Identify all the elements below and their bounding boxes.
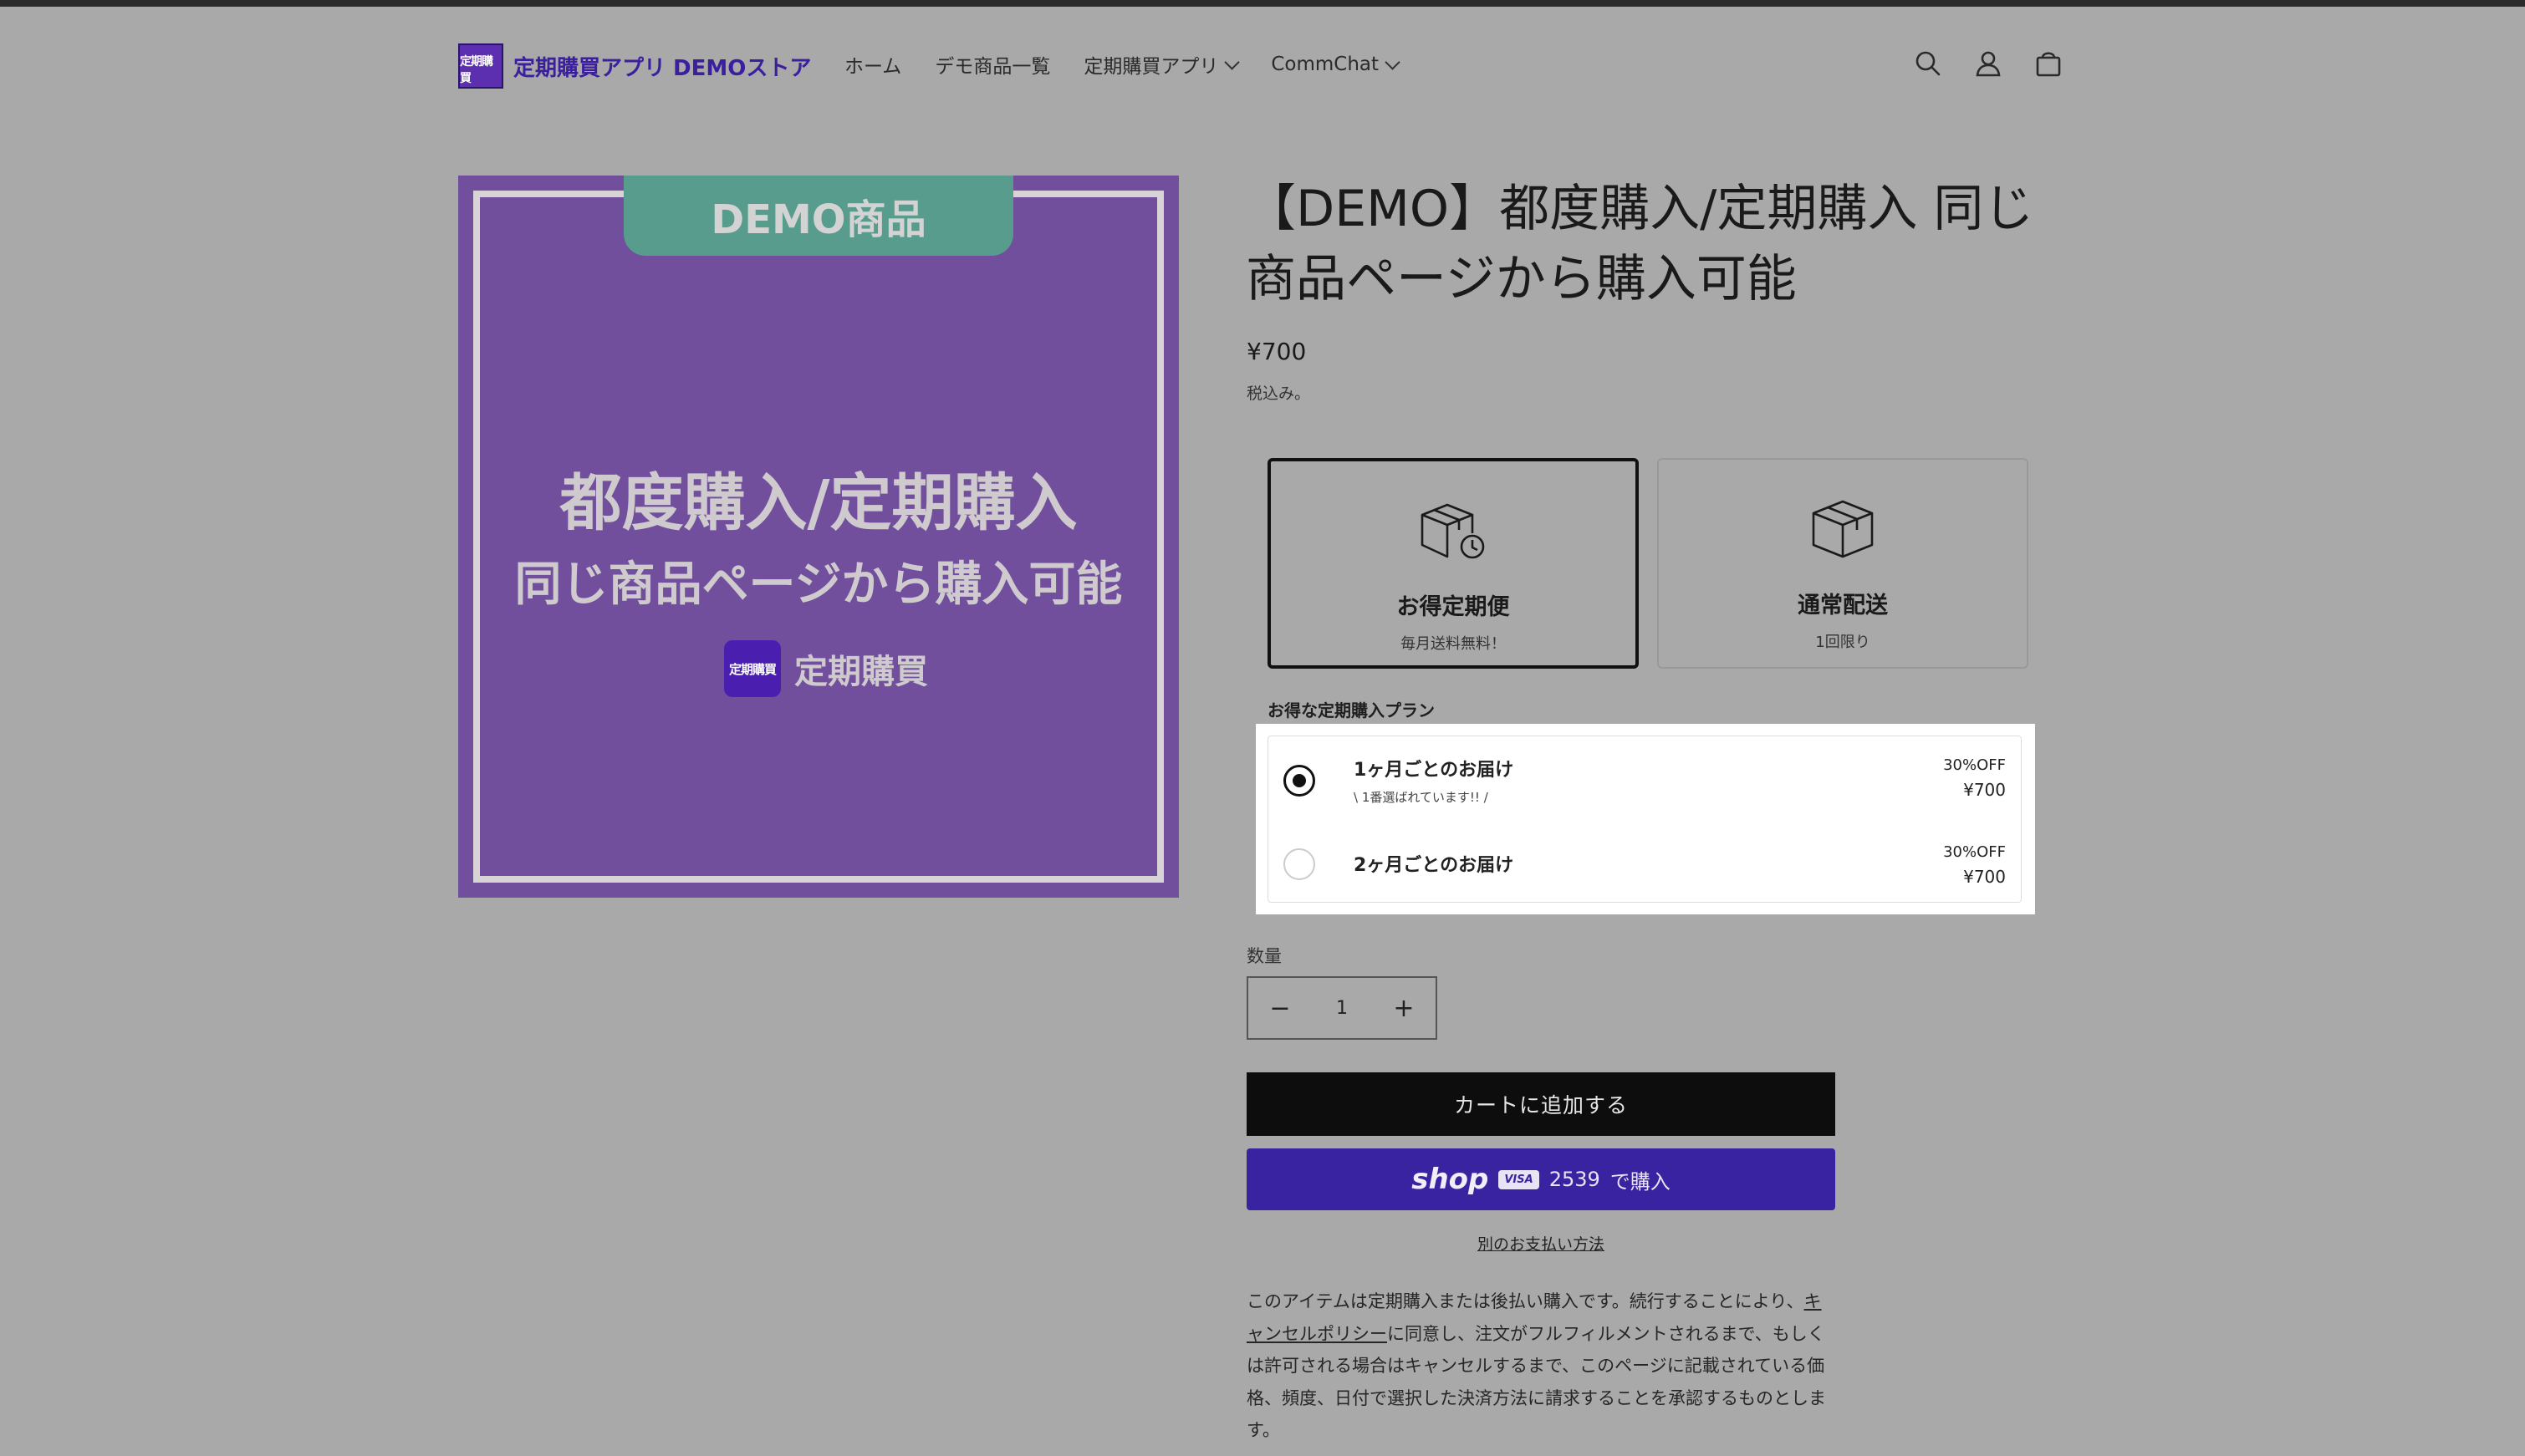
plan-name: 2ヶ月ごとのお届け — [1354, 855, 1514, 876]
quantity-increase-button[interactable]: + — [1372, 978, 1436, 1038]
plan-option-2-month[interactable]: 2ヶ月ごとのお届け 30%OFF ¥700 — [1268, 823, 2021, 904]
image-brand: 定期購買 定期購買 — [724, 640, 928, 697]
store-name: 定期購買アプリ DEMOストア — [513, 55, 812, 81]
account-icon[interactable] — [1973, 48, 2003, 79]
product-title: 【DEMO】都度購入/定期購入 同じ商品ページから購入可能 — [1246, 180, 2034, 308]
main-nav: ホーム デモ商品一覧 定期購買アプリ CommChat — [844, 50, 1400, 79]
brand-logo-mark: 定期購買 — [724, 640, 781, 697]
header-icons — [1913, 48, 2063, 79]
shop-buy-label: で購入 — [1609, 1169, 1671, 1194]
nav-item-subscription-app[interactable]: 定期購買アプリ — [1084, 50, 1241, 79]
plan-list: 1ヶ月ごとのお届け \ 1番選ばれています!! / 30%OFF ¥700 2ヶ… — [1268, 736, 2022, 903]
plan-price: ¥700 — [1963, 867, 2006, 887]
quantity-input[interactable]: 1 — [1312, 998, 1372, 1019]
quantity-stepper: − 1 + — [1247, 976, 1437, 1040]
quantity-decrease-button[interactable]: − — [1248, 978, 1312, 1038]
brand-text: 定期購買 — [794, 653, 928, 691]
quantity-label: 数量 — [1247, 946, 1282, 966]
more-payment-options-link[interactable]: 別のお支払い方法 — [1247, 1232, 1835, 1255]
chevron-down-icon — [1224, 53, 1241, 70]
terms-text: このアイテムは定期購入または後払い購入です。続行することにより、 — [1247, 1291, 1804, 1311]
plan-option-1-month[interactable]: 1ヶ月ごとのお届け \ 1番選ばれています!! / 30%OFF ¥700 — [1268, 736, 2021, 817]
plan-discount: 30%OFF — [1943, 843, 2006, 861]
option-one-time[interactable]: 通常配送 1回限り — [1657, 458, 2028, 669]
logo-mark: 定期購買 — [458, 43, 503, 89]
nav-label: デモ商品一覧 — [935, 56, 1051, 78]
chevron-down-icon — [1385, 53, 1400, 70]
search-icon[interactable] — [1913, 48, 1943, 79]
cart-icon[interactable] — [2033, 48, 2063, 79]
plan-price: ¥700 — [1963, 780, 2006, 800]
top-bar — [0, 0, 2525, 7]
nav-item-commchat[interactable]: CommChat — [1271, 50, 1400, 79]
visa-card-icon: VISA — [1498, 1169, 1539, 1189]
product-price: ¥700 — [1247, 338, 1307, 365]
demo-tag: DEMO商品 — [624, 176, 1013, 256]
option-subtitle: 毎月送料無料！ — [1400, 635, 1506, 653]
option-title: お得定期便 — [1396, 594, 1510, 620]
nav-label: ホーム — [844, 56, 902, 78]
option-title: 通常配送 — [1798, 593, 1888, 619]
tax-note: 税込み。 — [1247, 384, 1311, 403]
plan-discount: 30%OFF — [1943, 756, 2006, 774]
card-last4: 2539 — [1548, 1168, 1600, 1191]
nav-label: 定期購買アプリ — [1084, 56, 1219, 78]
image-subheadline: 同じ商品ページから購入可能 — [514, 557, 1123, 612]
option-subtitle: 1回限り — [1815, 634, 1870, 651]
nav-label: CommChat — [1271, 53, 1380, 75]
plan-radio[interactable] — [1283, 765, 1315, 797]
option-subscription[interactable]: お得定期便 毎月送料無料！ — [1268, 458, 1639, 669]
add-to-cart-button[interactable]: カートに追加する — [1247, 1072, 1835, 1136]
subscription-terms: このアイテムは定期購入または後払い購入です。続行することにより、キャンセルポリシ… — [1247, 1285, 1837, 1447]
plan-radio[interactable] — [1283, 848, 1315, 880]
store-logo[interactable]: 定期購買 定期購買アプリ DEMOストア — [458, 43, 811, 89]
nav-item-demo-products[interactable]: デモ商品一覧 — [935, 50, 1050, 79]
image-headline: 都度購入/定期購入 — [559, 467, 1078, 539]
shop-pay-button[interactable]: shop VISA 2539 で購入 — [1247, 1148, 1835, 1210]
box-clock-icon — [1421, 503, 1485, 559]
nav-item-home[interactable]: ホーム — [844, 50, 901, 79]
box-icon — [1812, 500, 1874, 558]
plan-note: \ 1番選ばれています!! / — [1354, 790, 1488, 805]
plan-section-label: お得な定期購入プラン — [1268, 700, 1435, 720]
shop-pay-logo: shop — [1411, 1163, 1489, 1196]
plan-name: 1ヶ月ごとのお届け — [1354, 760, 1514, 781]
plan-selector: 1ヶ月ごとのお届け \ 1番選ばれています!! / 30%OFF ¥700 2ヶ… — [1256, 724, 2035, 914]
product-image[interactable]: DEMO商品 都度購入/定期購入 同じ商品ページから購入可能 定期購買 定期購買 — [458, 176, 1179, 898]
